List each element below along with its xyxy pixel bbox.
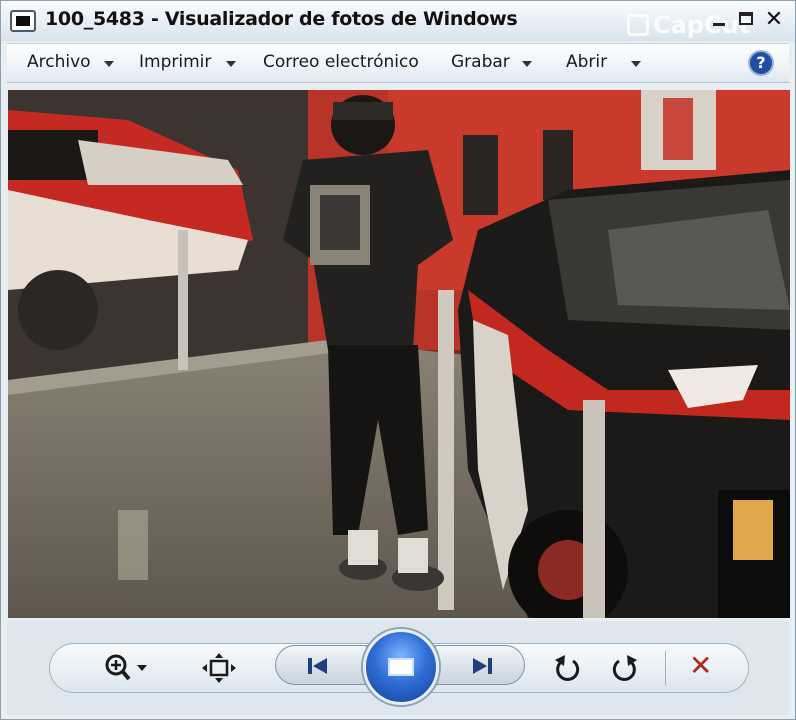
menu-correo[interactable]: Correo electrónico [263, 52, 419, 72]
chevron-down-icon[interactable] [631, 61, 641, 67]
menu-archivo[interactable]: Archivo [27, 52, 91, 72]
chevron-down-icon[interactable] [104, 61, 114, 67]
next-icon [473, 658, 492, 674]
title-bar[interactable]: 100_5483 - Visualizador de fotos de Wind… [1, 1, 795, 41]
delete-icon[interactable]: ✕ [689, 649, 712, 683]
menu-abrir[interactable]: Abrir [566, 52, 607, 72]
maximize-button[interactable] [736, 9, 758, 31]
watermark: CapCut [627, 11, 750, 39]
photo-image [8, 90, 790, 618]
toolbar-divider [665, 651, 666, 685]
app-icon [10, 10, 36, 32]
bottom-toolbar: ✕ [7, 621, 789, 715]
photo-viewer-window: 100_5483 - Visualizador de fotos de Wind… [0, 0, 796, 720]
menu-bar: Archivo Imprimir Correo electrónico Grab… [7, 43, 789, 83]
close-button[interactable]: ✕ [763, 9, 785, 31]
chevron-down-icon[interactable] [226, 61, 236, 67]
capcut-logo-icon [627, 14, 649, 36]
chevron-down-icon[interactable] [522, 61, 532, 67]
minimize-button[interactable] [709, 9, 731, 31]
photo-display[interactable] [8, 90, 790, 618]
previous-icon [308, 658, 327, 674]
menu-grabar[interactable]: Grabar [451, 52, 510, 72]
rotate-left-icon[interactable] [553, 653, 581, 683]
help-icon[interactable]: ? [748, 50, 774, 76]
rotate-right-icon[interactable] [611, 653, 639, 683]
fit-to-window-icon[interactable] [202, 653, 236, 683]
menu-imprimir[interactable]: Imprimir [139, 52, 211, 72]
zoom-icon[interactable] [103, 653, 159, 683]
window-title: 100_5483 - Visualizador de fotos de Wind… [45, 8, 518, 30]
slideshow-button[interactable] [363, 629, 439, 705]
